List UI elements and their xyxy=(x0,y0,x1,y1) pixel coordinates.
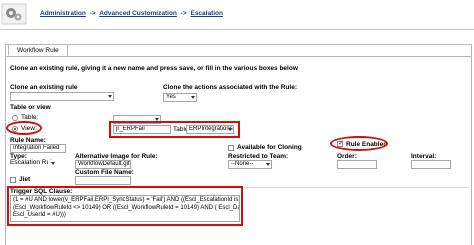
available-for-cloning-label: Available for Cloning xyxy=(237,144,302,151)
view-highlight-oval xyxy=(6,121,42,135)
tab-workflow-rule[interactable]: Workflow Rule xyxy=(8,44,68,56)
clone-rule-label: Clone an existing rule xyxy=(10,84,78,91)
gear-icon xyxy=(1,3,27,25)
restricted-select[interactable]: --None-- xyxy=(228,160,272,169)
tab-divider xyxy=(6,56,471,57)
clone-actions-select[interactable]: Yes xyxy=(163,93,197,102)
type-select[interactable] xyxy=(48,160,56,169)
rule-name-value: Integration Failed xyxy=(13,145,60,151)
available-for-cloning-checkbox[interactable] xyxy=(228,145,234,151)
clone-actions-value: Yes xyxy=(166,94,176,100)
restricted-value: --None-- xyxy=(231,161,254,167)
order-input[interactable] xyxy=(337,160,377,169)
jiet-checkbox[interactable] xyxy=(10,177,16,183)
header-bar: Administration -> Advanced Customization… xyxy=(0,0,474,30)
breadcrumb-separator: -> xyxy=(180,10,187,17)
trigger-sql-highlight-box xyxy=(7,186,243,226)
chevron-down-icon xyxy=(51,162,55,165)
chevron-down-icon xyxy=(266,163,270,166)
breadcrumb-escalation[interactable]: Escalation xyxy=(190,10,223,17)
rule-enabled-highlight-oval xyxy=(330,136,388,151)
rule-name-input[interactable]: Integration Failed xyxy=(10,144,66,153)
clone-actions-label: Clone the actions associated with the Ru… xyxy=(163,84,297,91)
chevron-down-icon xyxy=(108,95,112,98)
alt-image-value: WorkflowDefault.gif xyxy=(78,161,130,167)
breadcrumb-advanced-customization[interactable]: Advanced Customization xyxy=(99,10,177,17)
view-table-highlight-box xyxy=(109,121,240,138)
breadcrumb: Administration -> Advanced Customization… xyxy=(40,10,223,17)
breadcrumb-administration[interactable]: Administration xyxy=(40,10,86,17)
clone-intro-text: Clone an existing rule, giving it a new … xyxy=(10,65,298,72)
chevron-down-icon xyxy=(191,96,195,99)
jiet-label: Jiet xyxy=(19,176,31,183)
interval-input[interactable] xyxy=(411,160,451,169)
alt-image-input[interactable]: WorkflowDefault.gif xyxy=(75,160,131,169)
table-radio[interactable] xyxy=(12,115,18,121)
clone-rule-select[interactable] xyxy=(10,92,114,101)
breadcrumb-separator: -> xyxy=(89,10,96,17)
table-or-view-label: Table or view xyxy=(10,104,51,111)
custom-file-input[interactable] xyxy=(75,176,131,185)
header-divider xyxy=(0,29,474,30)
